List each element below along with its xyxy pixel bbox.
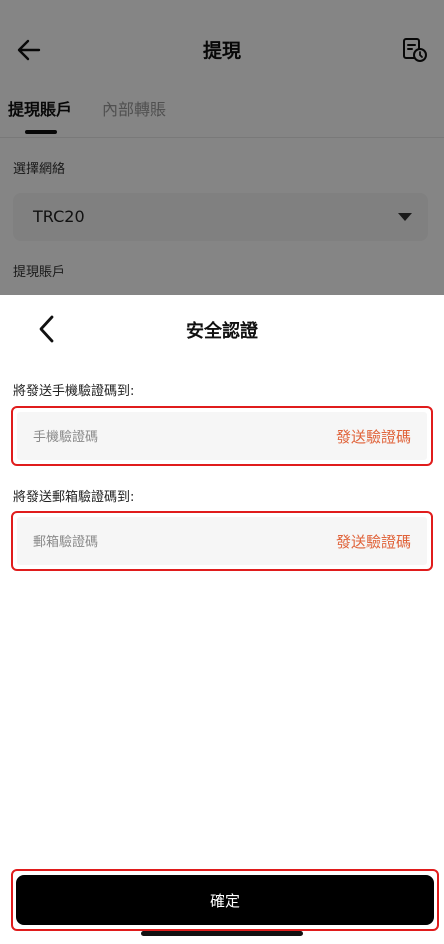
security-verification-sheet: 安全認證 將發送手機驗證碼到: 發送驗證碼 將發送郵箱驗證碼到: 發送驗證碼 確… xyxy=(0,295,444,944)
sheet-title: 安全認證 xyxy=(186,321,258,342)
email-code-label: 將發送郵箱驗證碼到: xyxy=(13,490,135,505)
phone-code-field-bg: 發送驗證碼 xyxy=(17,412,427,462)
modal-backdrop[interactable] xyxy=(0,0,444,295)
home-indicator xyxy=(141,931,303,936)
confirm-button[interactable]: 確定 xyxy=(16,875,434,925)
email-code-field-bg: 發送驗證碼 xyxy=(17,517,427,567)
send-phone-code-button[interactable]: 發送驗證碼 xyxy=(336,412,411,460)
phone-code-label: 將發送手機驗證碼到: xyxy=(13,384,135,399)
phone-code-input[interactable] xyxy=(31,412,265,462)
confirm-button-highlight: 確定 xyxy=(11,869,439,931)
email-code-input[interactable] xyxy=(31,517,265,567)
phone-code-field: 發送驗證碼 xyxy=(11,406,433,466)
email-code-field: 發送驗證碼 xyxy=(11,511,433,571)
send-email-code-button[interactable]: 發送驗證碼 xyxy=(336,517,411,565)
